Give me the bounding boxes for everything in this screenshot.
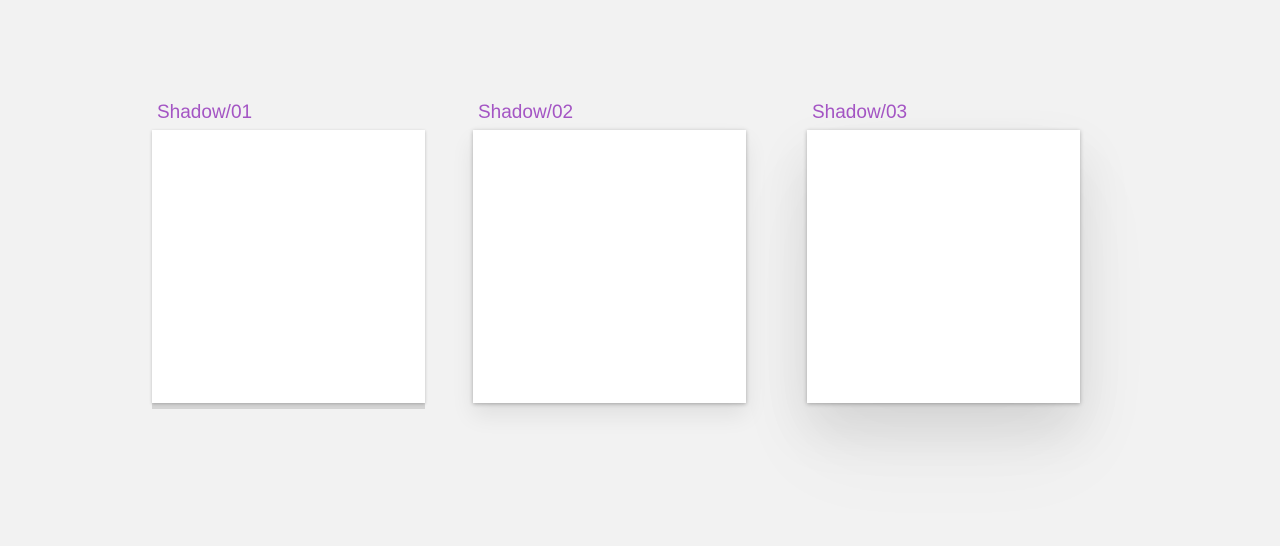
frame-label-shadow-02[interactable]: Shadow/02	[478, 101, 573, 125]
frame-shadow-02[interactable]	[473, 130, 746, 403]
frame-shadow-01[interactable]	[152, 130, 425, 403]
frame-label-shadow-03[interactable]: Shadow/03	[812, 101, 907, 125]
frame-shadow-03[interactable]	[807, 130, 1080, 403]
frame-label-shadow-01[interactable]: Shadow/01	[157, 101, 252, 125]
